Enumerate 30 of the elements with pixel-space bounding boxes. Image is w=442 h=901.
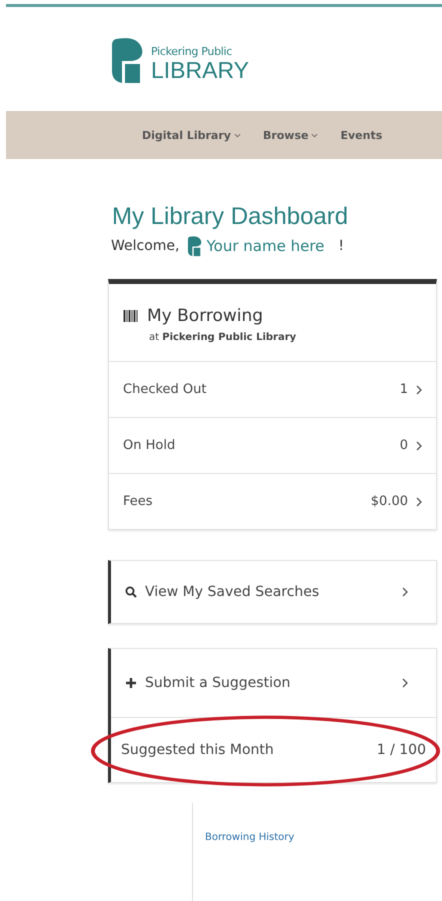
library-subtitle: at Pickering Public Library (148, 332, 298, 343)
welcome-text: Welcome, (111, 238, 180, 254)
logo-wordmark: LIBRARY (151, 58, 250, 82)
exclamation-text: ! (338, 238, 344, 254)
suggested-count-value: 1 / 100 (376, 742, 426, 758)
plus-icon (125, 677, 137, 689)
borrowing-row[interactable]: Fees $0.00 (109, 473, 436, 529)
logo-tagline: Pickering Public (151, 44, 234, 58)
submit-suggestion-link[interactable]: Submit a Suggestion (111, 649, 436, 717)
suggested-count-label: Suggested this Month (121, 742, 275, 758)
nav-link[interactable]: Events (340, 128, 382, 142)
nav-link[interactable]: Browse (262, 128, 318, 142)
chevron-icon (416, 384, 422, 394)
side-menu-link[interactable]: Borrowing History (205, 832, 294, 843)
nav-link[interactable]: Digital Library (142, 128, 241, 142)
user-name-link[interactable]: Your name here (206, 237, 324, 255)
search-icon (125, 586, 137, 598)
card-title: My Borrowing (147, 306, 264, 326)
user-icon (186, 235, 204, 257)
saved-searches-link[interactable]: View My Saved Searches (111, 561, 436, 623)
page-title: My Library Dashboard (111, 203, 350, 231)
borrowing-row[interactable]: Checked Out 1 (109, 361, 436, 417)
chevron-icon (416, 440, 422, 450)
chevron-icon (402, 678, 408, 688)
caret-icon (311, 132, 318, 138)
caret-icon (234, 132, 241, 138)
chevron-icon (416, 496, 422, 506)
barcode-icon (123, 310, 138, 322)
borrowing-row[interactable]: On Hold 0 (109, 417, 436, 473)
chevron-icon (402, 587, 408, 597)
